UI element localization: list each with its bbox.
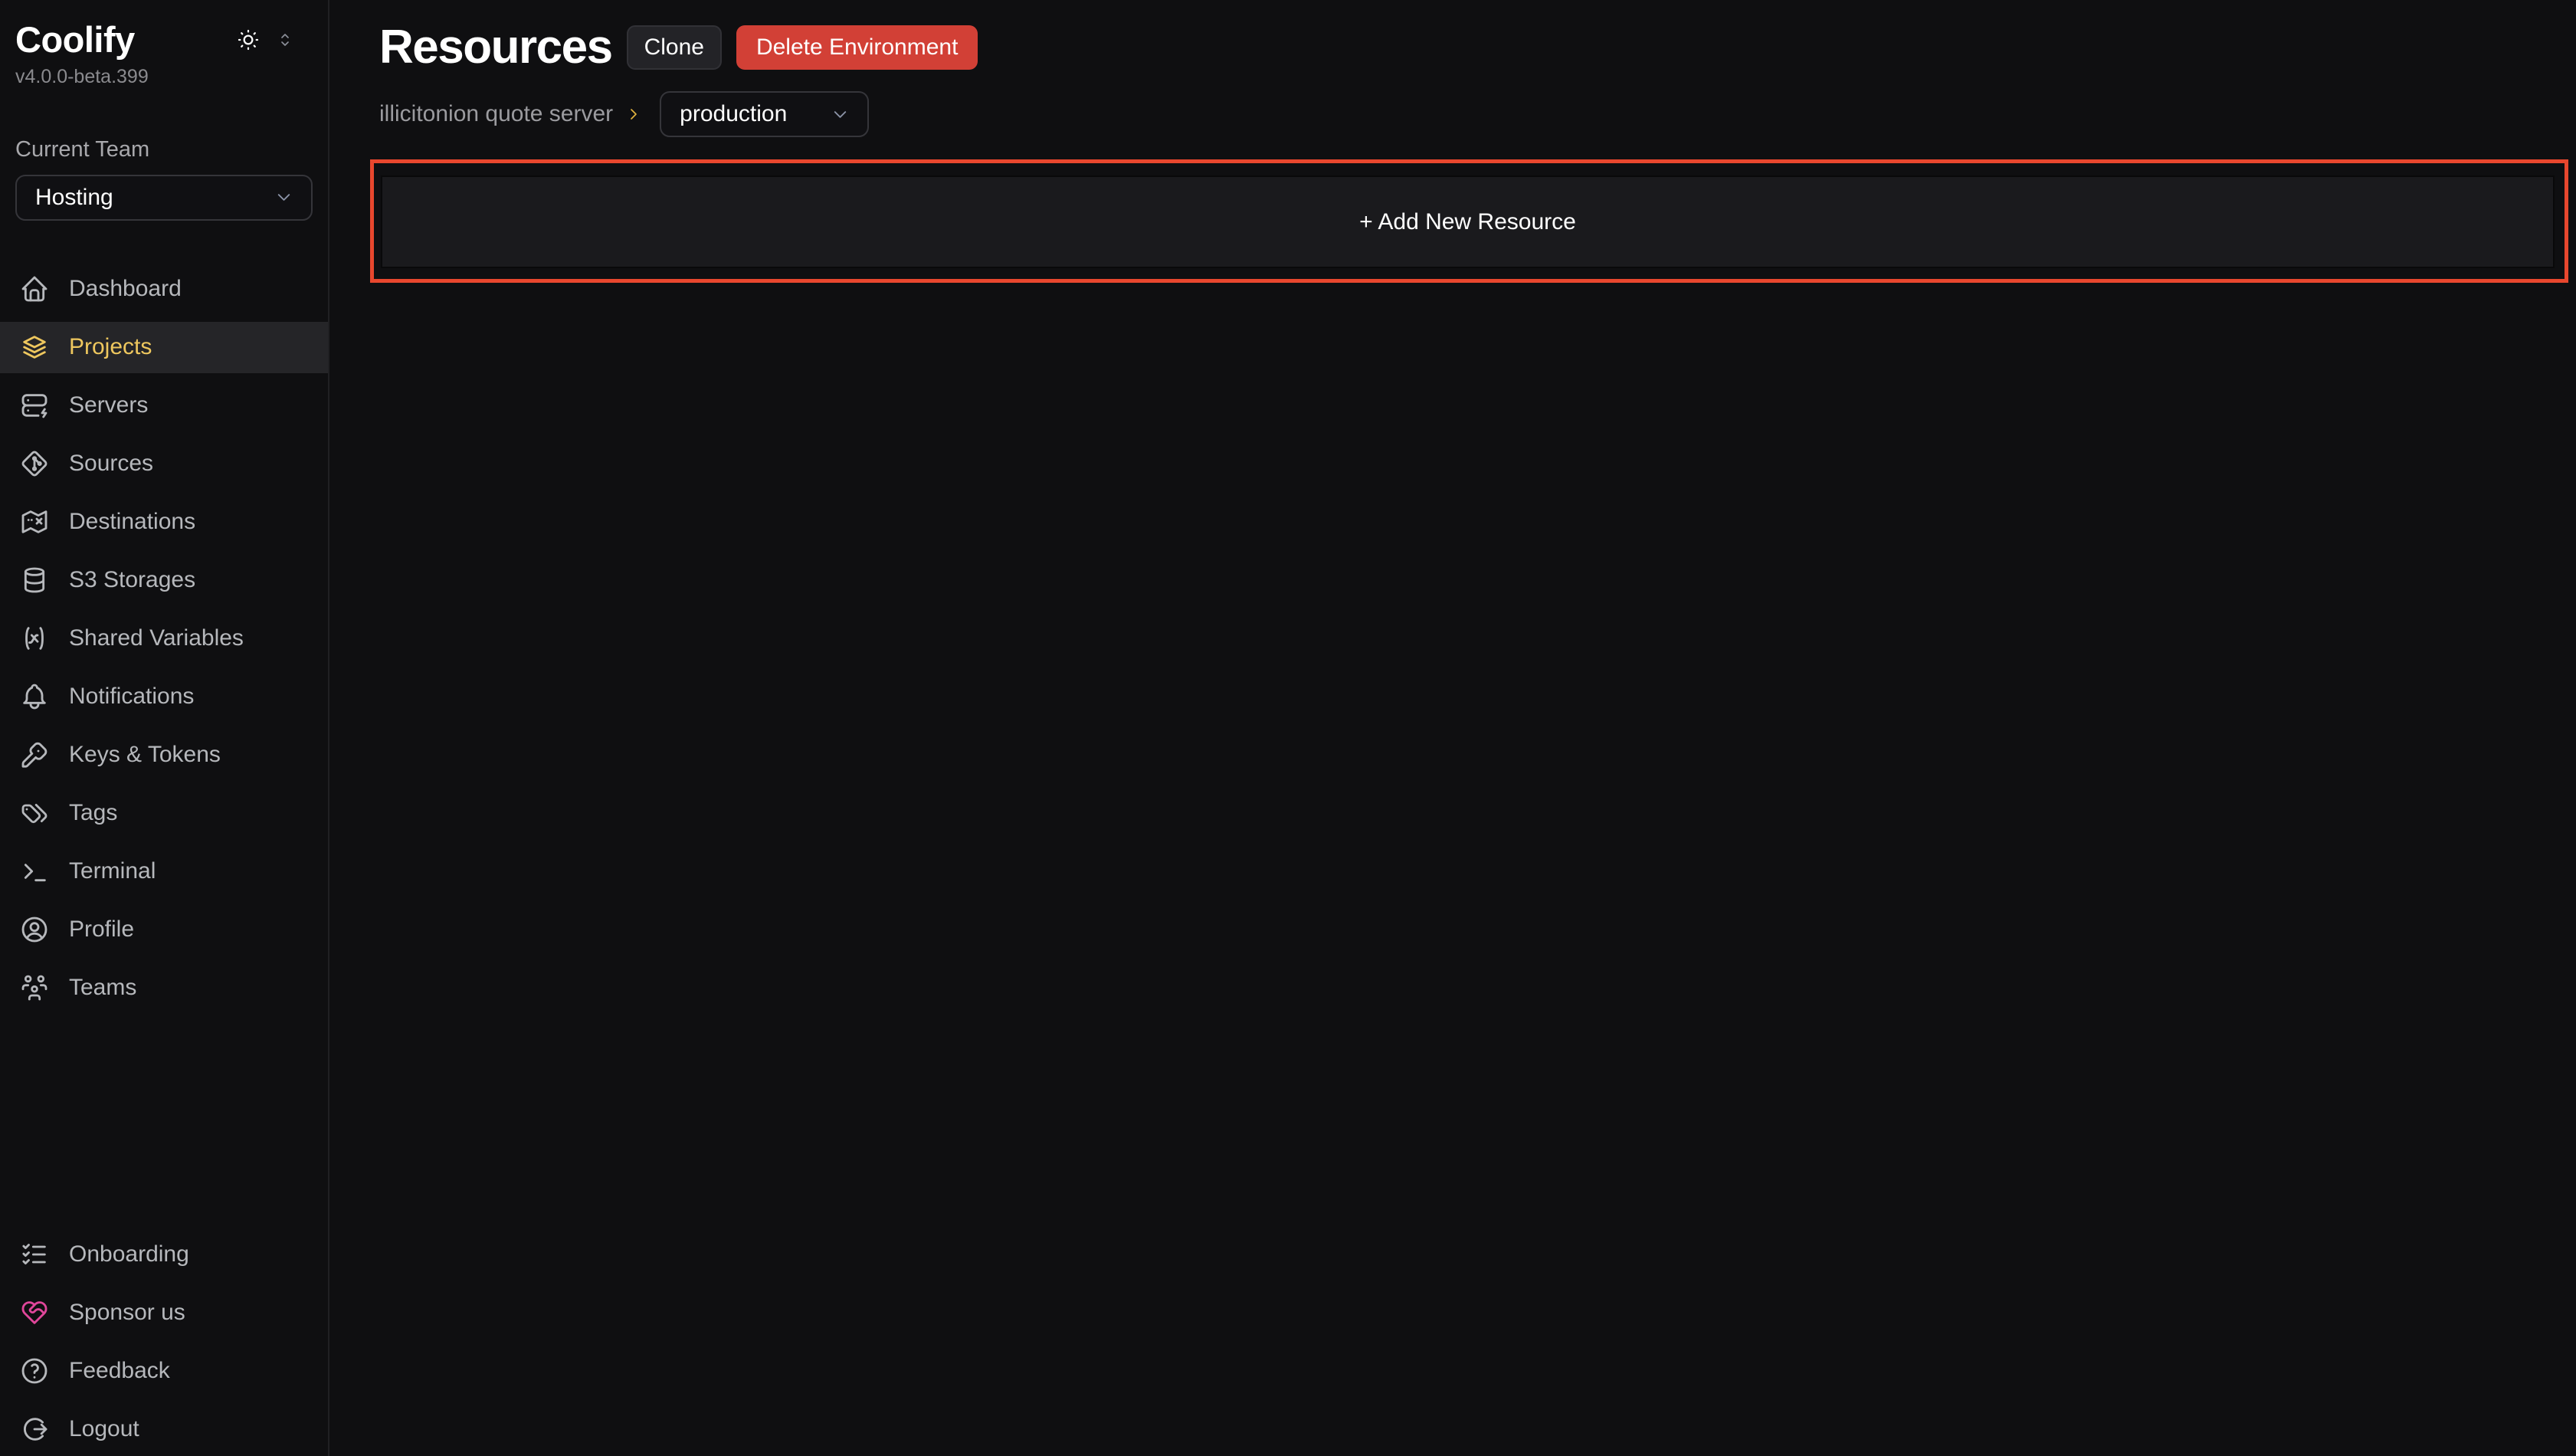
sidebar-item-onboarding[interactable]: Onboarding (0, 1228, 328, 1280)
sidebar-item-label: Logout (69, 1416, 139, 1442)
home-icon (19, 274, 50, 304)
coolify-app: Coolify v4.0.0-beta.399 Current Team Hos… (0, 0, 2576, 1456)
users-group-icon (19, 972, 50, 1003)
sidebar-item-label: Feedback (69, 1358, 170, 1384)
team-select-value: Hosting (35, 185, 113, 211)
sidebar-item-label: Onboarding (69, 1241, 189, 1267)
add-new-resource-button[interactable]: + Add New Resource (381, 175, 2555, 268)
sidebar-item-s3-storages[interactable]: S3 Storages (0, 555, 328, 606)
sidebar: Coolify v4.0.0-beta.399 Current Team Hos… (0, 0, 329, 1456)
tags-icon (19, 798, 50, 828)
terminal-icon (19, 856, 50, 887)
sidebar-item-label: Servers (69, 392, 148, 418)
sidebar-item-label: S3 Storages (69, 567, 195, 593)
sidebar-item-label: Sponsor us (69, 1300, 185, 1326)
sidebar-item-destinations[interactable]: Destinations (0, 497, 328, 548)
sidebar-item-servers[interactable]: Servers (0, 380, 328, 431)
sun-icon[interactable] (236, 28, 261, 52)
sidebar-item-label: Profile (69, 917, 134, 943)
sidebar-item-label: Shared Variables (69, 625, 244, 651)
user-circle-icon (19, 914, 50, 945)
sidebar-item-label: Terminal (69, 858, 156, 884)
sidebar-item-logout[interactable]: Logout (0, 1403, 328, 1454)
sidebar-item-label: Dashboard (69, 276, 182, 302)
sidebar-nav: Dashboard Projects Servers Sources Desti… (0, 264, 328, 1014)
sidebar-item-keys-tokens[interactable]: Keys & Tokens (0, 730, 328, 781)
chevron-right-icon (624, 105, 643, 123)
sidebar-item-teams[interactable]: Teams (0, 962, 328, 1014)
sidebar-item-tags[interactable]: Tags (0, 788, 328, 839)
sidebar-item-label: Tags (69, 800, 117, 826)
add-new-resource-label: + Add New Resource (1359, 209, 1576, 235)
page-header: Resources Clone Delete Environment (379, 24, 2576, 71)
logout-icon (19, 1414, 50, 1445)
sidebar-item-shared-variables[interactable]: Shared Variables (0, 613, 328, 664)
sidebar-item-feedback[interactable]: Feedback (0, 1345, 328, 1396)
bell-icon (19, 681, 50, 712)
checklist-icon (19, 1239, 50, 1270)
git-icon (19, 448, 50, 479)
sidebar-item-label: Projects (69, 334, 152, 360)
key-icon (19, 739, 50, 770)
sidebar-item-projects[interactable]: Projects (0, 322, 328, 373)
database-icon (19, 565, 50, 595)
sidebar-item-sources[interactable]: Sources (0, 438, 328, 490)
sidebar-item-label: Teams (69, 975, 136, 1001)
current-team-label: Current Team (0, 88, 328, 162)
sidebar-spacer (0, 1014, 328, 1185)
chevron-up-down-icon[interactable] (276, 31, 294, 49)
team-select[interactable]: Hosting (15, 175, 313, 221)
chevron-down-icon (274, 187, 294, 208)
sidebar-item-label: Sources (69, 451, 153, 477)
highlight-annotation-box: + Add New Resource (370, 159, 2568, 283)
help-circle-icon (19, 1356, 50, 1386)
variable-icon (19, 623, 50, 654)
sidebar-item-profile[interactable]: Profile (0, 904, 328, 956)
app-logo: Coolify (15, 20, 236, 60)
sidebar-item-sponsor-us[interactable]: Sponsor us (0, 1287, 328, 1338)
chevron-down-icon (830, 104, 850, 125)
sidebar-item-terminal[interactable]: Terminal (0, 846, 328, 897)
sidebar-item-label: Destinations (69, 509, 195, 535)
map-icon (19, 507, 50, 537)
breadcrumb: illicitonion quote server production (379, 91, 2576, 137)
clone-button[interactable]: Clone (627, 25, 722, 70)
environment-select-value: production (680, 101, 787, 127)
layers-icon (19, 332, 50, 362)
heart-handshake-icon (19, 1297, 50, 1328)
sidebar-item-dashboard[interactable]: Dashboard (0, 264, 328, 315)
page-title: Resources (379, 24, 612, 71)
delete-environment-button[interactable]: Delete Environment (736, 25, 978, 70)
breadcrumb-project-link[interactable]: illicitonion quote server (379, 101, 613, 127)
sidebar-footer-nav: Onboarding Sponsor us Feedback Logout (0, 1228, 328, 1456)
environment-select[interactable]: production (660, 91, 869, 137)
sidebar-item-label: Notifications (69, 684, 194, 710)
sidebar-item-notifications[interactable]: Notifications (0, 671, 328, 723)
server-icon (19, 390, 50, 421)
sidebar-header: Coolify (0, 0, 328, 60)
sidebar-item-label: Keys & Tokens (69, 742, 221, 768)
main-content: Resources Clone Delete Environment illic… (331, 0, 2576, 1456)
app-version: v4.0.0-beta.399 (0, 60, 328, 88)
